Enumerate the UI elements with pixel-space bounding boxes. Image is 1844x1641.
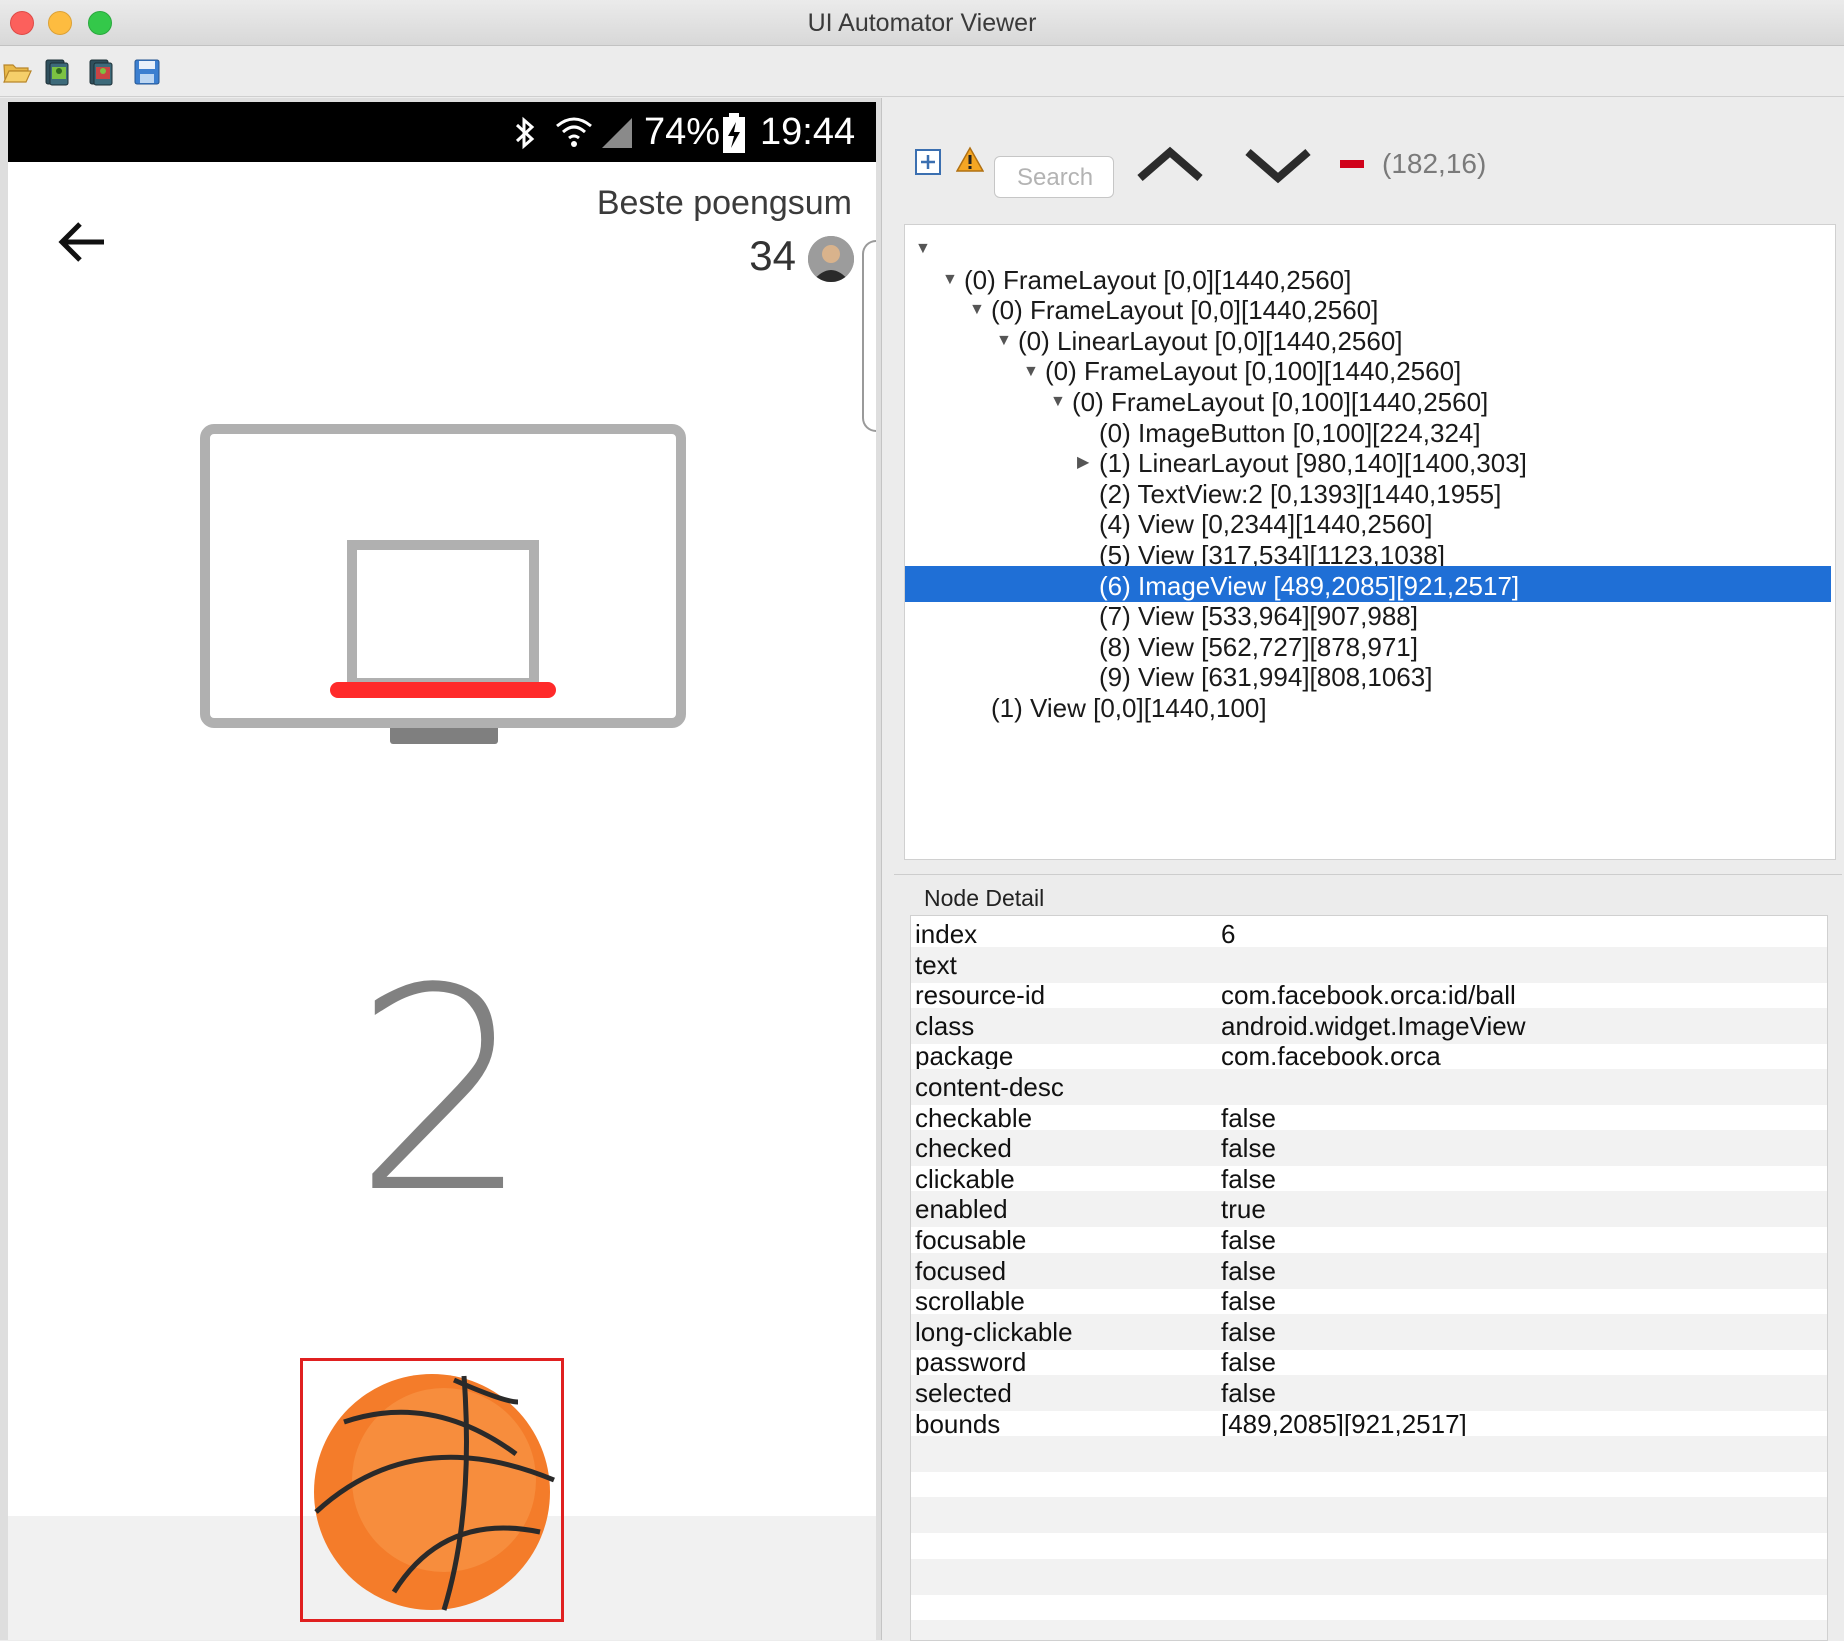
expand-all-icon[interactable]: [914, 148, 942, 176]
android-status-bar: 74% 19:44: [8, 102, 876, 162]
tree-node[interactable]: (1) View [0,0][1440,100]: [905, 688, 1831, 724]
warning-icon[interactable]: [956, 146, 984, 174]
current-score: 2: [352, 929, 532, 1255]
node-detail-title: Node Detail: [924, 885, 1045, 911]
app-window: UI Automator Viewer 74% 19:44 Beste poen…: [0, 0, 1844, 1641]
window-title: UI Automator Viewer: [807, 9, 1037, 37]
cursor-coordinates: (182,16): [1382, 148, 1487, 179]
tree-node-label: (1) View [0,0][1440,100]: [991, 693, 1267, 724]
open-folder-icon[interactable]: [2, 57, 32, 87]
hierarchy-toolbar: Search (182,16): [892, 98, 1844, 218]
battery-charging-icon: [723, 113, 745, 153]
node-detail-table: index 6 text resource-id com.facebook.orca:i…: [910, 915, 1828, 1641]
back-arrow-icon[interactable]: [52, 210, 116, 274]
rim-bracket: [390, 728, 498, 744]
device-screenshot-icon[interactable]: [42, 57, 72, 87]
hierarchy-tree[interactable]: ▼ ▼ (0) FrameLayout [0,0][1440,2560] ▼ (0) F…: [904, 224, 1836, 860]
best-score-value: 34: [749, 232, 796, 279]
search-input[interactable]: Search: [994, 156, 1114, 198]
clock: 19:44: [760, 111, 856, 153]
save-icon[interactable]: [132, 57, 162, 87]
screenshot-pane[interactable]: 74% 19:44 Beste poengsum 34 2: [0, 98, 882, 1640]
best-score-label: Beste poengsum: [596, 184, 852, 222]
backboard-target-square: [347, 540, 539, 688]
basket-rim: [330, 682, 556, 698]
remove-node-icon[interactable]: [1338, 158, 1366, 170]
chevron-up-icon[interactable]: [1134, 142, 1206, 186]
signal-icon: [602, 118, 632, 148]
selected-node-highlight: [300, 1358, 564, 1622]
inspector-pane: Search (182,16) ▼ ▼ (0) FrameLayout [0,0][…: [892, 98, 1844, 1641]
chevron-down-icon[interactable]: [1242, 142, 1314, 186]
side-panel-edge: [862, 240, 876, 432]
avatar: [808, 236, 854, 282]
battery-percent: 74%: [644, 111, 721, 153]
title-bar: UI Automator Viewer: [0, 0, 1844, 46]
node-detail-panel: Node Detail index 6 text resource-id com.fac…: [894, 874, 1842, 1641]
device-screenshot[interactable]: 74% 19:44 Beste poengsum 34 2: [8, 102, 876, 1640]
wifi-icon: [556, 117, 592, 147]
bluetooth-icon: [515, 116, 535, 150]
device-screenshot-compressed-icon[interactable]: [86, 57, 116, 87]
detail-row-empty: [911, 1619, 1827, 1640]
avatar-photo: [808, 236, 854, 282]
main-toolbar: [0, 47, 1844, 97]
